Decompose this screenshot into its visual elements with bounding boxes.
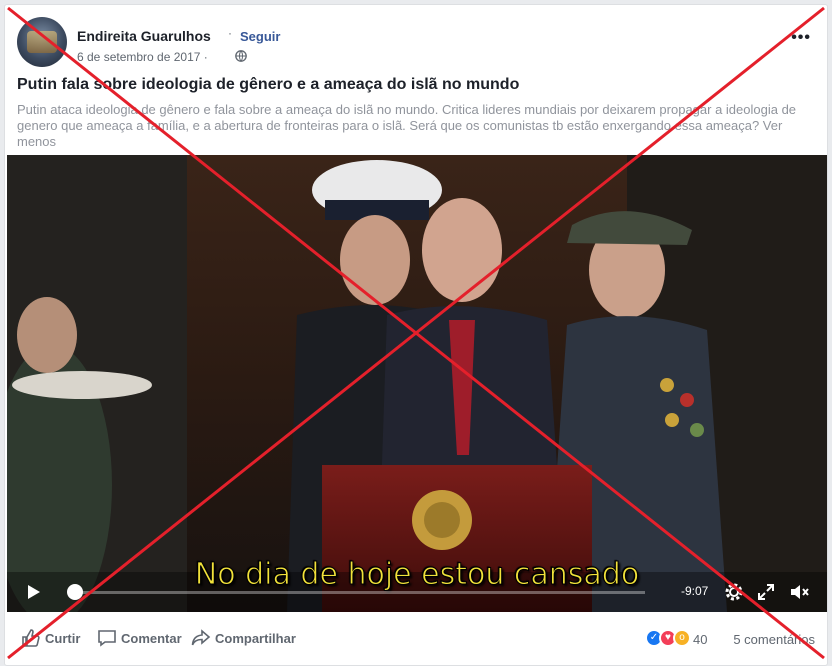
wow-reaction-icon: o [673,629,691,647]
video-frame [7,155,827,612]
post-description-text: Putin ataca ideologia de gênero e fala s… [17,102,797,149]
post-title: Putin fala sobre ideologia de gênero e a… [17,76,520,93]
separator-dot: · [228,26,232,40]
reactions-summary[interactable]: ✓ ♥ o 40 [645,629,715,649]
share-label: Compartilhar [215,631,296,646]
video-player[interactable]: No dia de hoje estou cansado -9:07 [7,155,827,612]
post-actions: Curtir Comentar Compartilhar ✓ ♥ o 40 5 … [17,623,815,657]
settings-gear-icon[interactable] [723,581,745,603]
time-remaining: -9:07 [681,584,709,598]
more-options-button[interactable]: ••• [791,29,811,47]
post-card: Endireita Guarulhos · Seguir 6 de setemb… [4,4,828,666]
volume-icon[interactable] [789,582,811,602]
comment-icon [98,630,116,647]
post-date[interactable]: 6 de setembro de 2017 · [77,50,208,64]
post-header: Endireita Guarulhos · Seguir 6 de setemb… [17,15,815,67]
video-controls: -9:07 [7,572,827,612]
fullscreen-icon[interactable] [757,583,775,601]
comments-count-link[interactable]: 5 comentários [733,632,815,647]
page-name-link[interactable]: Endireita Guarulhos [77,28,211,44]
progress-bar[interactable] [69,591,645,594]
play-icon[interactable] [23,582,43,602]
like-label: Curtir [45,631,81,646]
thumbs-up-icon [22,629,40,647]
follow-button[interactable]: Seguir [240,29,280,44]
comment-label: Comentar [121,631,182,646]
reaction-count: 40 [693,632,708,647]
globe-icon [235,50,247,62]
post-description: Putin ataca ideologia de gênero e fala s… [17,102,821,150]
share-icon [191,629,211,646]
progress-handle[interactable] [67,584,83,600]
avatar[interactable] [17,17,67,67]
